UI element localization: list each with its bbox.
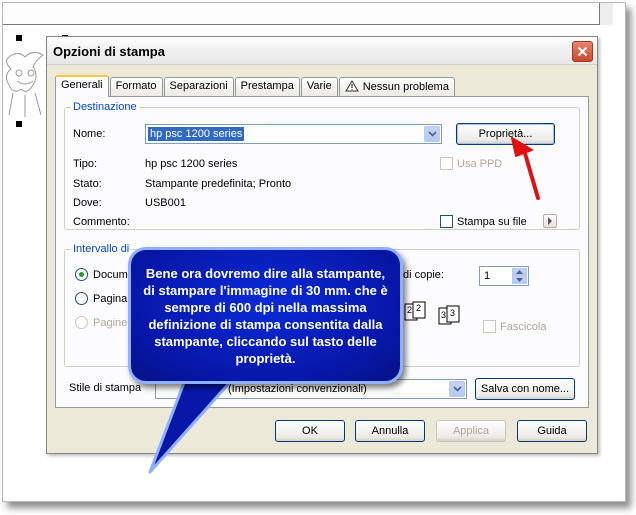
tab-label: Nessun problema bbox=[362, 81, 449, 93]
dialog-title: Opzioni di stampa bbox=[53, 44, 165, 59]
type-label: Tipo: bbox=[73, 158, 98, 170]
copies-spinner[interactable]: 1 bbox=[479, 266, 529, 286]
collate-label: Fascicola bbox=[500, 321, 547, 333]
tab-label: Generali bbox=[61, 79, 103, 91]
printer-name-value: hp psc 1200 series bbox=[148, 127, 245, 141]
chevron-down-icon bbox=[452, 386, 462, 392]
print-to-file-checkbox[interactable] bbox=[440, 215, 453, 228]
tab-label: Formato bbox=[115, 80, 157, 92]
tab-label: Varie bbox=[306, 80, 332, 92]
apply-button[interactable]: Applica bbox=[436, 420, 506, 442]
tab-label: Separazioni bbox=[169, 80, 228, 92]
destination-group: Destinazione Nome: hp psc 1200 series Pr… bbox=[64, 101, 580, 230]
range-pages-label: Pagine: bbox=[93, 317, 131, 329]
close-button[interactable] bbox=[572, 41, 593, 62]
ok-button[interactable]: OK bbox=[275, 420, 345, 442]
dialog-titlebar[interactable]: Opzioni di stampa bbox=[47, 37, 597, 65]
type-value: hp psc 1200 series bbox=[145, 158, 238, 170]
properties-button[interactable]: Proprietà... bbox=[456, 123, 555, 145]
chevron-up-icon bbox=[516, 270, 523, 274]
document-canvas-strip bbox=[3, 3, 613, 25]
dropdown-button[interactable] bbox=[449, 381, 465, 397]
comment-label: Commento: bbox=[73, 216, 130, 228]
name-label: Nome: bbox=[73, 128, 106, 140]
chevron-right-icon bbox=[548, 217, 552, 225]
selection-handle[interactable] bbox=[16, 35, 22, 41]
tab-prestampa[interactable]: Prestampa bbox=[234, 77, 300, 96]
tab-formato[interactable]: Formato bbox=[109, 77, 163, 96]
range-pages-radio[interactable] bbox=[75, 316, 88, 329]
copies-label: di copie: bbox=[403, 269, 444, 281]
tab-nessun-problema[interactable]: Nessun problema bbox=[338, 77, 455, 96]
tab-label: Prestampa bbox=[240, 80, 294, 92]
collate-page-number: 3 bbox=[450, 308, 456, 318]
selection-handle[interactable] bbox=[16, 121, 22, 127]
copies-value: 1 bbox=[484, 270, 491, 282]
tutorial-callout: Bene ora dovremo dire alla stampante, di… bbox=[128, 247, 403, 384]
collate-page-number: 2 bbox=[407, 305, 413, 315]
tab-generali[interactable]: Generali bbox=[55, 75, 109, 97]
cancel-button[interactable]: Annulla bbox=[355, 420, 425, 442]
warning-icon bbox=[344, 80, 359, 92]
help-button[interactable]: Guida bbox=[517, 420, 587, 442]
close-icon bbox=[577, 46, 588, 57]
where-value: USB001 bbox=[145, 197, 186, 209]
dropdown-button[interactable] bbox=[424, 126, 440, 142]
use-ppd-checkbox[interactable] bbox=[440, 157, 453, 170]
tab-varie[interactable]: Varie bbox=[300, 77, 338, 96]
tab-strip: Generali Formato Separazioni Prestampa V… bbox=[55, 75, 456, 97]
spin-up-button[interactable] bbox=[512, 268, 527, 276]
collate-page-number: 3 bbox=[441, 310, 447, 320]
collate-page-number: 2 bbox=[416, 303, 422, 313]
print-style-value: (Impostazioni convenzionali) bbox=[228, 383, 367, 395]
range-page-radio[interactable] bbox=[75, 292, 88, 305]
range-document-radio[interactable] bbox=[75, 268, 88, 281]
status-label: Stato: bbox=[73, 178, 102, 190]
group-legend: Intervallo di bbox=[71, 243, 132, 255]
group-legend: Destinazione bbox=[71, 101, 139, 113]
where-label: Dove: bbox=[73, 197, 102, 209]
print-to-file-options-button[interactable] bbox=[543, 214, 557, 228]
chevron-down-icon bbox=[516, 278, 523, 282]
print-options-dialog: Opzioni di stampa Generali Formato Separ… bbox=[46, 36, 598, 454]
status-value: Stampante predefinita; Pronto bbox=[145, 178, 292, 190]
use-ppd-label: Usa PPD bbox=[457, 158, 503, 170]
collate-checkbox[interactable] bbox=[483, 320, 496, 333]
spin-down-button[interactable] bbox=[512, 276, 527, 284]
save-as-button[interactable]: Salva con nome... bbox=[475, 378, 575, 400]
chevron-down-icon bbox=[427, 131, 437, 137]
tab-separazioni[interactable]: Separazioni bbox=[163, 77, 234, 96]
vertical-scrollbar[interactable] bbox=[599, 3, 613, 25]
jester-image-icon bbox=[5, 51, 44, 117]
print-to-file-label: Stampa su file bbox=[457, 216, 527, 228]
print-style-label: Stile di stampa bbox=[69, 382, 142, 394]
printer-name-select[interactable]: hp psc 1200 series bbox=[145, 124, 442, 144]
callout-text: Bene ora dovremo dire alla stampante, di… bbox=[143, 265, 388, 366]
